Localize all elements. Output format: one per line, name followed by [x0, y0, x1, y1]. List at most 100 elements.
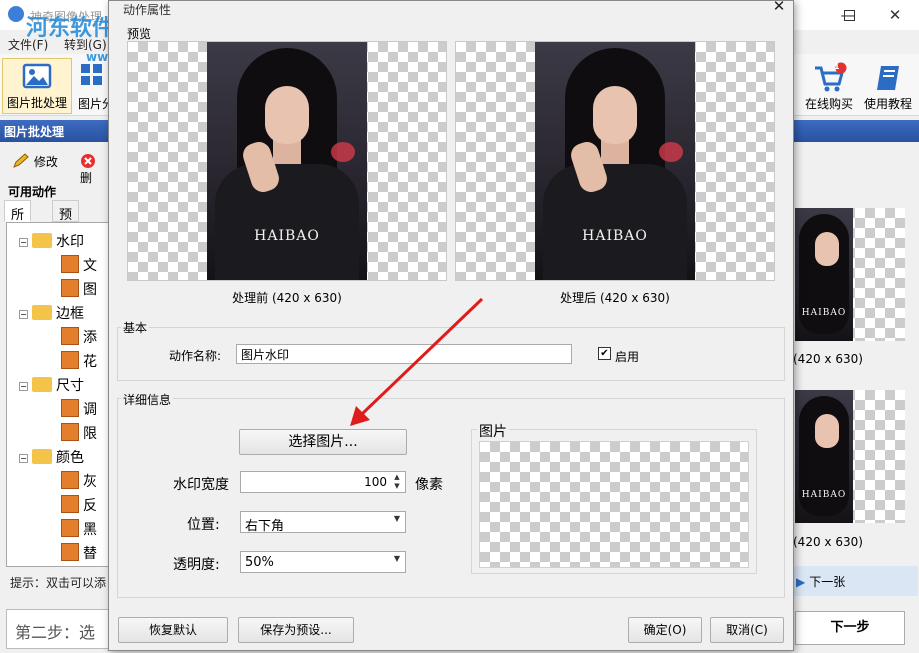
- after-caption: 处理后 (420 x 630): [560, 291, 670, 305]
- tree-item[interactable]: 花: [61, 351, 97, 373]
- after-preview: HAIBAO: [455, 41, 775, 281]
- available-actions-label: 可用动作: [8, 185, 57, 199]
- next-step-button[interactable]: 下一步: [795, 611, 905, 645]
- tree-node-label: 边框: [56, 306, 84, 322]
- choose-image-button[interactable]: 选择图片...: [239, 429, 407, 455]
- close-icon[interactable]: ✕: [872, 0, 918, 30]
- position-select[interactable]: 右下角 ▼: [240, 511, 406, 534]
- action-cube-icon: [61, 519, 79, 537]
- action-name-field[interactable]: [236, 344, 572, 364]
- tree-folder[interactable]: − 尺寸: [19, 375, 84, 397]
- dialog-title: 动作属性: [123, 3, 172, 17]
- thumbnail-size-caption: (420 x 630): [793, 352, 863, 366]
- watermark-image-preview: [479, 441, 749, 568]
- restore-default-button[interactable]: 恢复默认: [118, 617, 228, 643]
- watermark-width-spinner[interactable]: 100 ▲ ▼: [240, 471, 406, 493]
- edit-action-button[interactable]: 修改: [12, 153, 58, 170]
- tree-node-label: 黑: [83, 522, 97, 538]
- play-icon: ▶: [796, 575, 806, 589]
- action-cube-icon: [61, 543, 79, 561]
- action-tree: − 水印文图 − 边框添花 − 尺寸调限 − 颜色灰反黑替: [6, 222, 110, 567]
- tree-item[interactable]: 添: [61, 327, 97, 349]
- cart-badge: 1: [834, 62, 840, 71]
- book-icon: [877, 66, 899, 90]
- tree-item[interactable]: 限: [61, 423, 97, 445]
- buy-online-label: 在线购买: [804, 97, 853, 111]
- tree-item[interactable]: 灰: [61, 471, 97, 493]
- hint-text: 提示：双击可以添: [10, 576, 107, 590]
- thumb-watermark: HAIBAO: [801, 490, 847, 500]
- delete-action-label: 删: [80, 171, 93, 185]
- grid-icon: [81, 64, 102, 85]
- collapse-toggle-icon[interactable]: −: [19, 382, 28, 391]
- action-cube-icon: [61, 495, 79, 513]
- tree-folder[interactable]: − 颜色: [19, 447, 84, 469]
- tree-item[interactable]: 文: [61, 255, 97, 277]
- preview-thumbnail[interactable]: HAIBAO: [795, 208, 905, 341]
- action-cube-icon: [61, 327, 79, 345]
- unit-label: 像素: [415, 477, 443, 493]
- preview-thumbnail[interactable]: HAIBAO: [795, 390, 905, 523]
- tree-item[interactable]: 替: [61, 543, 97, 565]
- watermark-width-label: 水印宽度: [173, 477, 229, 493]
- tree-item[interactable]: 图: [61, 279, 97, 301]
- tree-folder[interactable]: − 水印: [19, 231, 84, 253]
- spinner-arrows-icon[interactable]: ▲ ▼: [391, 473, 403, 491]
- tree-item[interactable]: 黑: [61, 519, 97, 541]
- picture-icon: [22, 63, 52, 89]
- action-cube-icon: [61, 351, 79, 369]
- tree-node-label: 图: [83, 282, 97, 298]
- maximize-icon[interactable]: [826, 0, 872, 30]
- tree-node-label: 替: [83, 546, 97, 562]
- action-cube-icon: [61, 471, 79, 489]
- position-value: 右下角: [245, 519, 285, 534]
- folder-icon: [32, 233, 52, 248]
- before-caption: 处理前 (420 x 630): [232, 291, 342, 305]
- tree-node-label: 颜色: [56, 450, 84, 466]
- next-image-label: 下一张: [809, 575, 846, 589]
- tree-folder[interactable]: − 边框: [19, 303, 84, 325]
- buy-online-button[interactable]: 1 在线购买: [800, 58, 858, 114]
- enable-checkbox[interactable]: ✔: [598, 347, 611, 360]
- portrait-photo: HAIBAO: [535, 42, 695, 280]
- edit-action-label: 修改: [33, 155, 58, 169]
- basic-group-title: 基本: [121, 319, 150, 336]
- tree-item[interactable]: 反: [61, 495, 97, 517]
- collapse-toggle-icon[interactable]: −: [19, 454, 28, 463]
- preview-label: 预览: [127, 27, 152, 41]
- opacity-select[interactable]: 50% ▼: [240, 551, 406, 573]
- tree-node-label: 反: [83, 498, 97, 514]
- cart-icon: [815, 62, 847, 92]
- cancel-button[interactable]: 取消(C): [710, 617, 784, 643]
- tree-item[interactable]: 调: [61, 399, 97, 421]
- delete-action-button[interactable]: 删: [80, 153, 110, 186]
- folder-icon: [32, 305, 52, 320]
- enable-label: 启用: [615, 350, 640, 364]
- folder-icon: [32, 449, 52, 464]
- folder-icon: [32, 377, 52, 392]
- portrait-photo: HAIBAO: [207, 42, 367, 280]
- save-preset-button[interactable]: 保存为预设...: [238, 617, 354, 643]
- thumbnail-size-caption: (420 x 630): [793, 535, 863, 549]
- action-cube-icon: [61, 255, 79, 273]
- collapse-toggle-icon[interactable]: −: [19, 310, 28, 319]
- photo-watermark-text: HAIBAO: [582, 228, 648, 244]
- detail-group-title: 详细信息: [121, 391, 174, 408]
- ok-button[interactable]: 确定(O): [628, 617, 702, 643]
- tree-node-label: 调: [83, 402, 97, 418]
- tree-node-label: 水印: [56, 234, 84, 250]
- next-image-button[interactable]: ▶ 下一张: [796, 573, 845, 590]
- pencil-icon: [13, 153, 29, 168]
- actions-toolbar: 修改 删: [0, 145, 110, 185]
- opacity-value: 50%: [245, 555, 274, 570]
- tutorial-button[interactable]: 使用教程: [860, 58, 916, 114]
- tab-all[interactable]: 所有: [4, 200, 32, 242]
- thumb-watermark: HAIBAO: [801, 308, 847, 318]
- collapse-toggle-icon[interactable]: −: [19, 238, 28, 247]
- image-group-title: 图片: [477, 421, 509, 441]
- batch-process-button[interactable]: 图片批处理: [2, 58, 72, 114]
- dialog-close-icon[interactable]: ✕: [767, 0, 791, 17]
- tab-presets[interactable]: 预设: [52, 200, 80, 242]
- split-image-button[interactable]: 图片分: [76, 58, 108, 114]
- tree-node-label: 添: [83, 330, 97, 346]
